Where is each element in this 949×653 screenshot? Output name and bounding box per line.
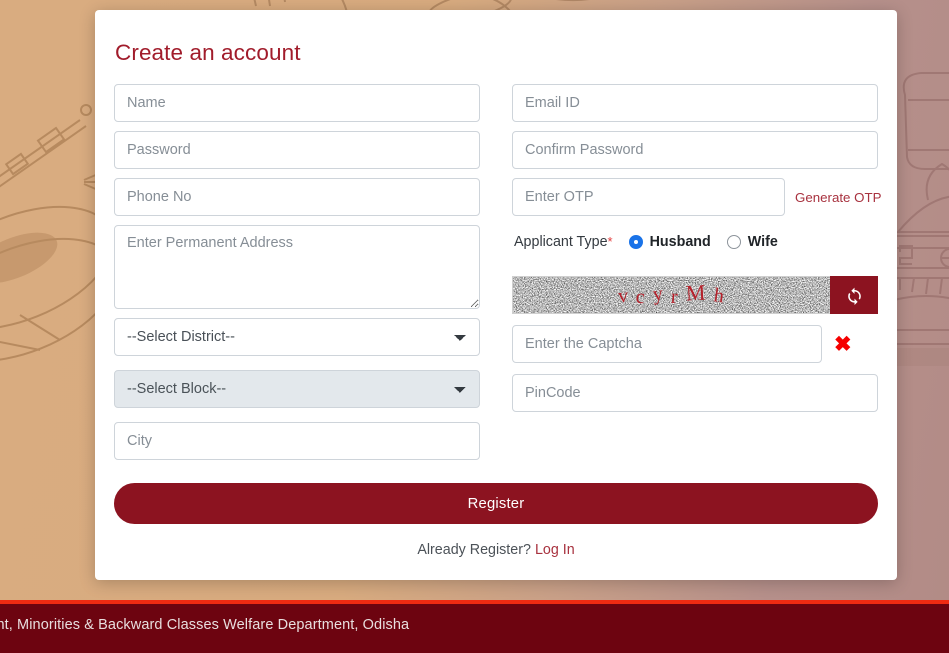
registration-page: Create an account --Select District-- --… [0,0,949,653]
radio-husband-label: Husband [649,234,711,250]
captcha-entry-row: ✖ [512,325,878,363]
otp-row: Generate OTP [512,178,881,216]
page-title: Create an account [115,40,301,65]
radio-dot-icon [726,235,741,249]
create-account-card: Create an account --Select District-- --… [95,10,897,580]
phone-input[interactable] [114,178,480,216]
email-input[interactable] [512,84,878,122]
district-select[interactable]: --Select District-- [114,318,480,356]
permanent-address-textarea[interactable] [114,225,480,309]
right-column: Generate OTP Applicant Type* Husband Wif… [512,84,881,469]
already-register-text: Already Register? [417,542,531,558]
form-columns: --Select District-- --Select Block-- Gen… [114,84,881,469]
radio-wife[interactable]: Wife [726,234,778,250]
radio-husband[interactable]: Husband [628,234,711,250]
otp-input[interactable] [512,178,785,216]
register-button[interactable]: Register [114,483,878,524]
captcha-widget: vcyrMh [512,276,878,314]
password-input[interactable] [114,131,480,169]
captcha-refresh-button[interactable] [830,276,878,314]
confirm-password-input[interactable] [512,131,878,169]
name-input[interactable] [114,84,480,122]
cross-mark-icon: ✖ [834,332,852,356]
applicant-type-row: Applicant Type * Husband Wife [514,234,778,250]
block-select[interactable]: --Select Block-- [114,370,480,408]
pincode-input[interactable] [512,374,878,412]
refresh-icon [847,287,861,305]
login-link[interactable]: Log In [535,542,575,558]
radio-dot-icon [628,235,643,249]
captcha-image: vcyrMh [512,276,830,314]
captcha-text: vcyrMh [617,279,726,308]
footer-text: oment, Minorities & Backward Classes Wel… [0,617,410,633]
city-input[interactable] [114,422,480,460]
left-column: --Select District-- --Select Block-- [114,84,480,469]
applicant-type-label: Applicant Type [514,234,608,250]
captcha-input[interactable] [512,325,822,363]
login-prompt: Already Register? Log In [114,542,878,558]
generate-otp-link[interactable]: Generate OTP [795,190,881,205]
radio-wife-label: Wife [747,234,778,250]
